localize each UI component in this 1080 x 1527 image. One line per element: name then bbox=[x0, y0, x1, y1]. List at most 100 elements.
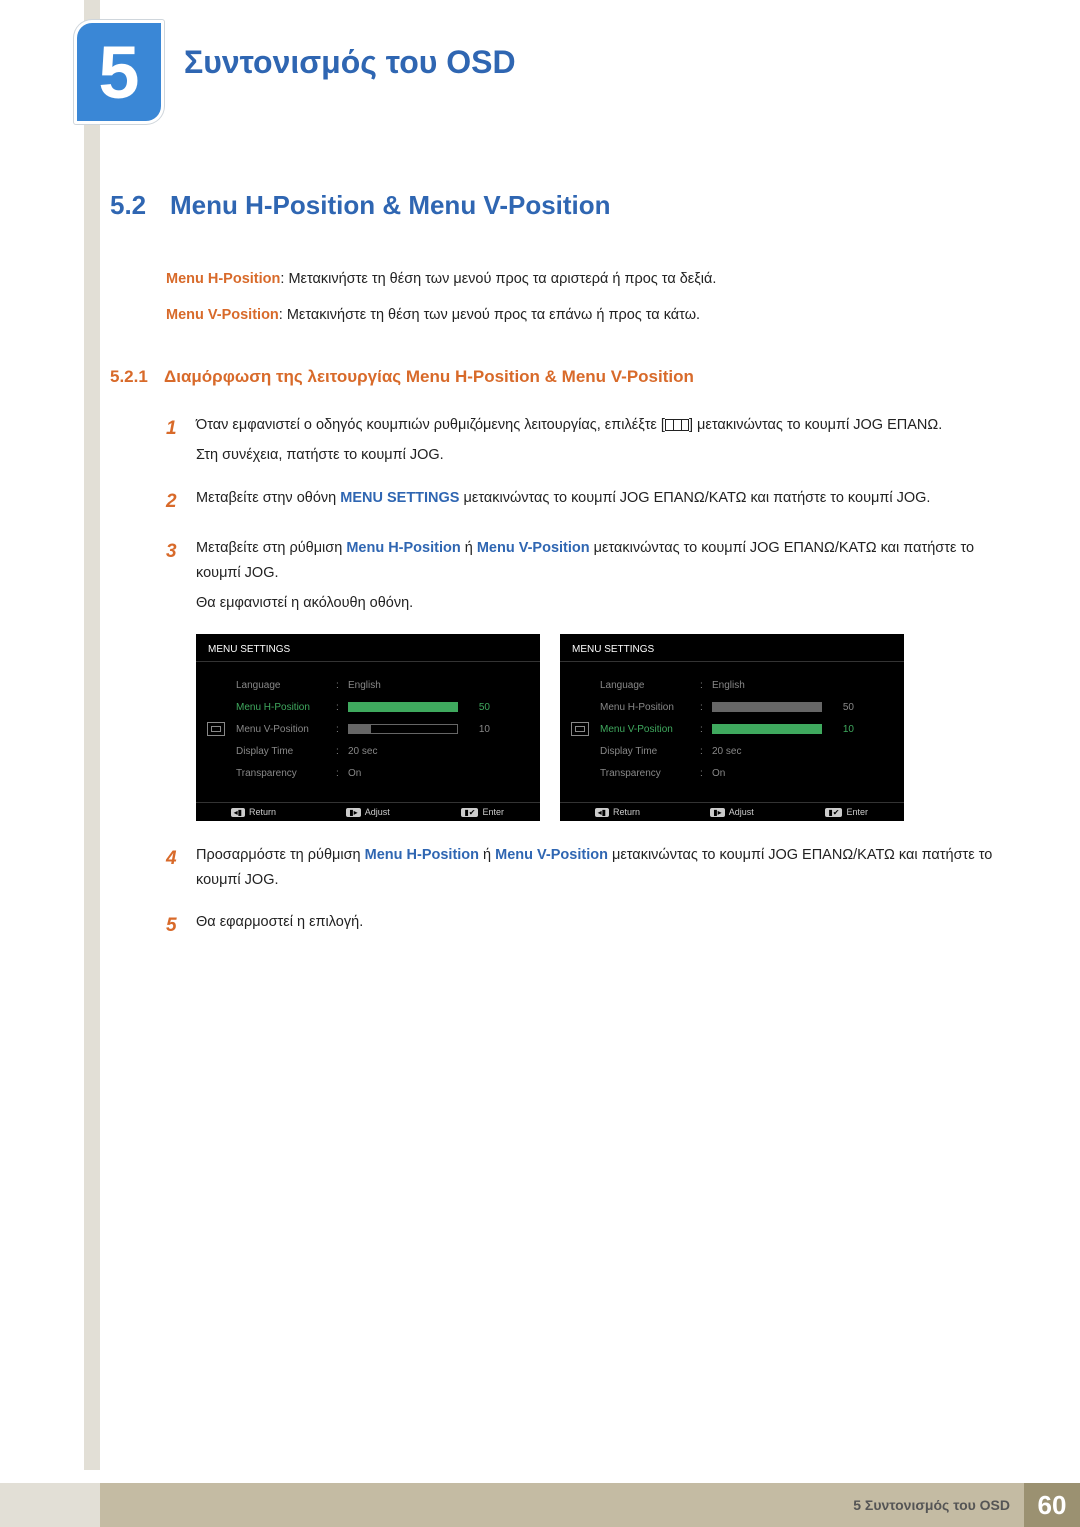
chapter-number-badge: 5 bbox=[74, 20, 164, 124]
page-number: 60 bbox=[1024, 1483, 1080, 1527]
osd-value: 50 bbox=[830, 702, 854, 713]
step3-v: Menu V-Position bbox=[477, 540, 590, 556]
osd-row-language: Language : English bbox=[600, 674, 892, 696]
chapter-number: 5 bbox=[98, 30, 139, 115]
step-body: Όταν εμφανιστεί ο οδηγός κουμπιών ρυθμιζ… bbox=[196, 413, 1010, 468]
definition-v-text: : Μετακινήστε τη θέση των μενού προς τα … bbox=[279, 307, 700, 323]
osd-label: Language bbox=[236, 680, 336, 691]
step-body: Θα εφαρμοστεί η επιλογή. bbox=[196, 910, 1010, 942]
step4-text-a: Προσαρμόστε τη ρύθμιση bbox=[196, 847, 365, 863]
step-number: 4 bbox=[166, 843, 196, 892]
osd-slider-fill bbox=[713, 725, 821, 733]
footer-text: 5 Συντονισμός του OSD bbox=[100, 1483, 1024, 1527]
osd-row-vpos: Menu V-Position : 10 bbox=[236, 718, 528, 740]
osd-label: Menu H-Position bbox=[600, 702, 700, 713]
step3-h: Menu H-Position bbox=[346, 540, 460, 556]
step-body: Μεταβείτε στη ρύθμιση Menu H-Position ή … bbox=[196, 536, 1010, 616]
step-number: 3 bbox=[166, 536, 196, 616]
osd-adjust: ▮▸Adjust bbox=[675, 807, 790, 817]
osd-value: 20 sec bbox=[348, 746, 377, 757]
step-5: 5 Θα εφαρμοστεί η επιλογή. bbox=[166, 910, 1010, 942]
chapter-tab: 5 Συντονισμός του OSD bbox=[74, 20, 516, 124]
osd-row-vpos: Menu V-Position : 10 bbox=[600, 718, 892, 740]
osd-value: English bbox=[348, 680, 381, 691]
step-4: 4 Προσαρμόστε τη ρύθμιση Menu H-Position… bbox=[166, 843, 1010, 892]
osd-value: 10 bbox=[466, 724, 490, 735]
osd-value: On bbox=[348, 768, 361, 779]
osd-label: Display Time bbox=[600, 746, 700, 757]
section-title: Menu H-Position & Menu V-Position bbox=[170, 190, 611, 220]
osd-panel-h: MENU SETTINGS Language : English Menu H-… bbox=[196, 634, 540, 821]
step1-text-c: Στη συνέχεια, πατήστε το κουμπί JOG. bbox=[196, 443, 1010, 468]
step5-text: Θα εφαρμοστεί η επιλογή. bbox=[196, 914, 363, 930]
osd-title: MENU SETTINGS bbox=[196, 642, 540, 662]
osd-position-icon bbox=[207, 722, 225, 736]
step4-h: Menu H-Position bbox=[365, 847, 479, 863]
osd-panel-v: MENU SETTINGS Language : English Menu H-… bbox=[560, 634, 904, 821]
return-key-icon: ◂▮ bbox=[231, 808, 245, 817]
step-2: 2 Μεταβείτε στην οθόνη MENU SETTINGS μετ… bbox=[166, 486, 1010, 518]
osd-label: Transparency bbox=[236, 768, 336, 779]
osd-value: On bbox=[712, 768, 725, 779]
step-number: 2 bbox=[166, 486, 196, 518]
osd-adjust: ▮▸Adjust bbox=[311, 807, 426, 817]
osd-slider bbox=[348, 702, 458, 712]
footer-bar: 5 Συντονισμός του OSD 60 bbox=[0, 1483, 1080, 1527]
osd-return: ◂▮Return bbox=[196, 807, 311, 817]
osd-row-display-time: Display Time : 20 sec bbox=[600, 740, 892, 762]
step2-text-b: μετακινώντας το κουμπί JOG ΕΠΑΝΩ/ΚΑΤΩ κα… bbox=[459, 490, 930, 506]
section-heading: 5.2Menu H-Position & Menu V-Position bbox=[110, 190, 1010, 221]
definition-h-position: Menu H-Position: Μετακινήστε τη θέση των… bbox=[166, 269, 1010, 291]
osd-slider bbox=[712, 724, 822, 734]
menu-grid-icon bbox=[665, 419, 689, 431]
step-1: 1 Όταν εμφανιστεί ο οδηγός κουμπιών ρυθμ… bbox=[166, 413, 1010, 468]
osd-value: 50 bbox=[466, 702, 490, 713]
osd-position-icon bbox=[571, 722, 589, 736]
step-number: 5 bbox=[166, 910, 196, 942]
osd-value: 10 bbox=[830, 724, 854, 735]
step3-text-a: Μεταβείτε στη ρύθμιση bbox=[196, 540, 346, 556]
return-key-icon: ◂▮ bbox=[595, 808, 609, 817]
osd-side-icons bbox=[560, 662, 600, 802]
enter-key-icon: ▮✔ bbox=[825, 808, 842, 817]
osd-screenshots: MENU SETTINGS Language : English Menu H-… bbox=[196, 634, 1010, 821]
osd-label: Menu H-Position bbox=[236, 702, 336, 713]
step2-text-a: Μεταβείτε στην οθόνη bbox=[196, 490, 340, 506]
step1-text-a: Όταν εμφανιστεί ο οδηγός κουμπιών ρυθμιζ… bbox=[196, 417, 665, 433]
adjust-key-icon: ▮▸ bbox=[346, 808, 360, 817]
osd-value: English bbox=[712, 680, 745, 691]
term-v-position: Menu V-Position bbox=[166, 307, 279, 323]
osd-label: Language bbox=[600, 680, 700, 691]
osd-slider-fill bbox=[349, 725, 371, 733]
osd-side-icons bbox=[196, 662, 236, 802]
osd-slider-fill bbox=[713, 703, 821, 711]
osd-footer: ◂▮Return ▮▸Adjust ▮✔Enter bbox=[196, 802, 540, 821]
osd-value: 20 sec bbox=[712, 746, 741, 757]
footer-stripe bbox=[0, 1483, 100, 1527]
definition-v-position: Menu V-Position: Μετακινήστε τη θέση των… bbox=[166, 305, 1010, 327]
osd-row-transparency: Transparency : On bbox=[600, 762, 892, 784]
step1-text-b: ] μετακινώντας το κουμπί JOG ΕΠΑΝΩ. bbox=[689, 417, 942, 433]
definition-h-text: : Μετακινήστε τη θέση των μενού προς τα … bbox=[280, 271, 716, 287]
osd-slider bbox=[712, 702, 822, 712]
step2-strong: MENU SETTINGS bbox=[340, 490, 459, 506]
osd-label: Menu V-Position bbox=[236, 724, 336, 735]
side-stripe bbox=[84, 0, 100, 1470]
content-area: 5.2Menu H-Position & Menu V-Position Men… bbox=[110, 190, 1010, 961]
osd-title: MENU SETTINGS bbox=[560, 642, 904, 662]
step-body: Προσαρμόστε τη ρύθμιση Menu H-Position ή… bbox=[196, 843, 1010, 892]
osd-label: Display Time bbox=[236, 746, 336, 757]
step3-or: ή bbox=[461, 540, 477, 556]
osd-slider-fill bbox=[349, 703, 457, 711]
step-3: 3 Μεταβείτε στη ρύθμιση Menu H-Position … bbox=[166, 536, 1010, 616]
subsection-number: 5.2.1 bbox=[110, 367, 164, 387]
step4-or: ή bbox=[479, 847, 495, 863]
subsection-title: Διαμόρφωση της λειτουργίας Menu H-Positi… bbox=[164, 367, 694, 386]
adjust-key-icon: ▮▸ bbox=[710, 808, 724, 817]
osd-row-display-time: Display Time : 20 sec bbox=[236, 740, 528, 762]
step-number: 1 bbox=[166, 413, 196, 468]
step-body: Μεταβείτε στην οθόνη MENU SETTINGS μετακ… bbox=[196, 486, 1010, 518]
osd-enter: ▮✔Enter bbox=[425, 807, 540, 817]
osd-row-hpos: Menu H-Position : 50 bbox=[236, 696, 528, 718]
step4-v: Menu V-Position bbox=[495, 847, 608, 863]
